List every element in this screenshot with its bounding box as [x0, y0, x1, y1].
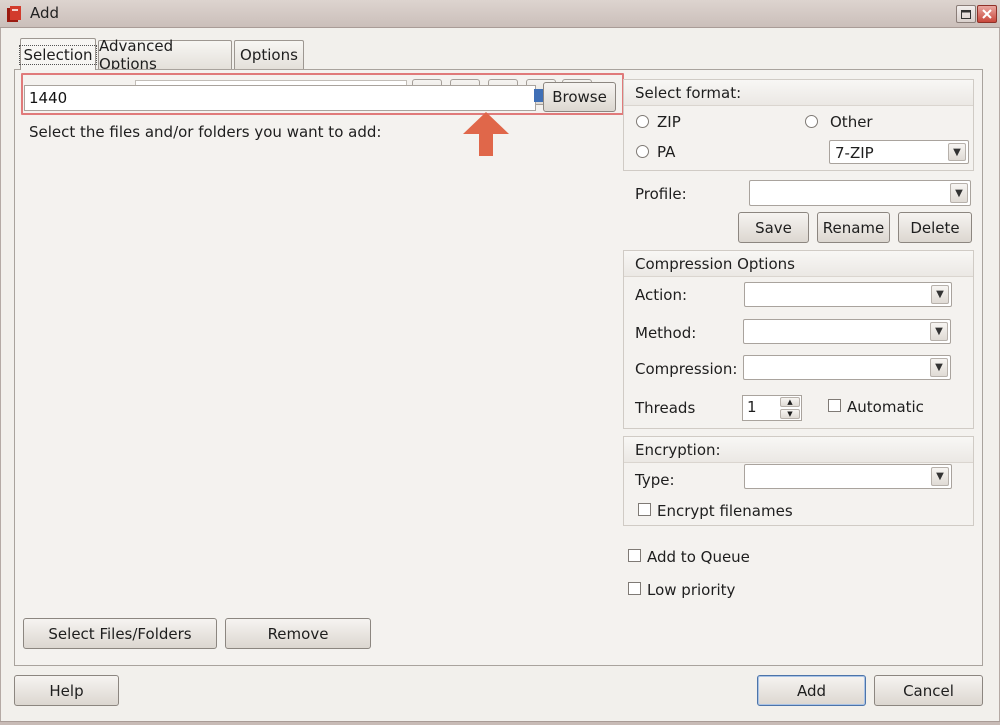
add-to-queue-checkbox[interactable] — [628, 549, 641, 562]
type-label: Type: — [635, 471, 675, 489]
save-label: Save — [755, 218, 792, 237]
action-select[interactable]: ▼ — [744, 282, 952, 307]
app-icon — [7, 6, 21, 22]
tab-options[interactable]: Options — [234, 40, 304, 69]
other-radio[interactable] — [805, 115, 818, 128]
select-files-folders-label: Select Files/Folders — [48, 624, 192, 643]
select-files-folders-button[interactable]: Select Files/Folders — [23, 618, 217, 649]
tab-label: Advanced Options — [99, 37, 174, 73]
select-format-title: Select format: — [635, 84, 742, 102]
add-label: Add — [796, 681, 827, 700]
pa-radio[interactable] — [636, 145, 649, 158]
instructions-text: Select the files and/or folders you want… — [29, 123, 381, 141]
threads-spinner[interactable]: 1 ▲ ▼ — [742, 395, 802, 421]
save-button[interactable]: Save — [738, 212, 809, 243]
chevron-down-icon[interactable]: ▼ — [930, 358, 948, 377]
other-label: Other — [830, 113, 873, 131]
close-button[interactable] — [977, 5, 997, 23]
zip-label: ZIP — [657, 113, 681, 131]
help-label: Help — [49, 681, 84, 700]
path-input[interactable] — [24, 85, 536, 111]
spin-up-icon[interactable]: ▲ — [780, 397, 800, 407]
spin-down-icon[interactable]: ▼ — [780, 409, 800, 419]
compression-select[interactable]: ▼ — [743, 355, 951, 380]
up-arrow-icon — [463, 112, 509, 156]
instructions-label: Select the files and/or folders you want… — [29, 123, 382, 141]
maximize-button[interactable] — [956, 5, 976, 23]
window-title: Add — [30, 4, 60, 22]
zip-radio[interactable] — [636, 115, 649, 128]
low-priority-checkbox[interactable] — [628, 582, 641, 595]
rename-button[interactable]: Rename — [817, 212, 890, 243]
encrypt-filenames-checkbox[interactable] — [638, 503, 651, 516]
method-select[interactable]: ▼ — [743, 319, 951, 344]
window-bottom-border — [0, 721, 1000, 725]
profile-label: Profile: — [635, 185, 687, 203]
close-icon — [982, 9, 992, 19]
automatic-label: Automatic — [847, 398, 924, 416]
add-button[interactable]: Add — [757, 675, 866, 706]
chevron-down-icon[interactable]: ▼ — [948, 143, 966, 161]
compression-options-title: Compression Options — [635, 255, 795, 273]
chevron-down-icon[interactable]: ▼ — [931, 467, 949, 486]
browse-label: Browse — [552, 88, 607, 106]
tab-label: Selection — [19, 44, 97, 65]
low-priority-label: Low priority — [647, 581, 736, 599]
encryption-type-select[interactable]: ▼ — [744, 464, 952, 489]
threads-value: 1 — [747, 398, 757, 416]
profile-select[interactable]: ▼ — [749, 180, 971, 206]
compression-label: Compression: — [635, 360, 738, 378]
automatic-checkbox[interactable] — [828, 399, 841, 412]
maximize-icon — [961, 9, 971, 19]
other-format-select[interactable]: 7-ZIP ▼ — [829, 140, 969, 164]
remove-button[interactable]: Remove — [225, 618, 371, 649]
threads-label: Threads — [635, 399, 696, 417]
browse-button[interactable]: Browse — [543, 82, 616, 112]
tab-advanced-options[interactable]: Advanced Options — [98, 37, 232, 73]
encrypt-filenames-label: Encrypt filenames — [657, 502, 793, 520]
add-to-queue-label: Add to Queue — [647, 548, 750, 566]
action-label: Action: — [635, 286, 688, 304]
remove-label: Remove — [267, 624, 329, 643]
pa-label: PA — [657, 143, 676, 161]
tab-label: Options — [240, 46, 298, 64]
chevron-down-icon[interactable]: ▼ — [931, 285, 949, 304]
delete-button[interactable]: Delete — [898, 212, 972, 243]
cancel-label: Cancel — [903, 681, 954, 700]
rename-label: Rename — [822, 218, 885, 237]
delete-label: Delete — [910, 218, 960, 237]
chevron-down-icon[interactable]: ▼ — [950, 183, 968, 203]
cancel-button[interactable]: Cancel — [874, 675, 983, 706]
tab-selection[interactable]: Selection — [19, 38, 97, 70]
encryption-title: Encryption: — [635, 441, 721, 459]
method-label: Method: — [635, 324, 697, 342]
title-bar: Add — [0, 0, 1000, 28]
chevron-down-icon[interactable]: ▼ — [930, 322, 948, 341]
other-format-value: 7-ZIP — [835, 144, 874, 162]
field-scroll-indicator — [534, 89, 543, 102]
help-button[interactable]: Help — [14, 675, 119, 706]
